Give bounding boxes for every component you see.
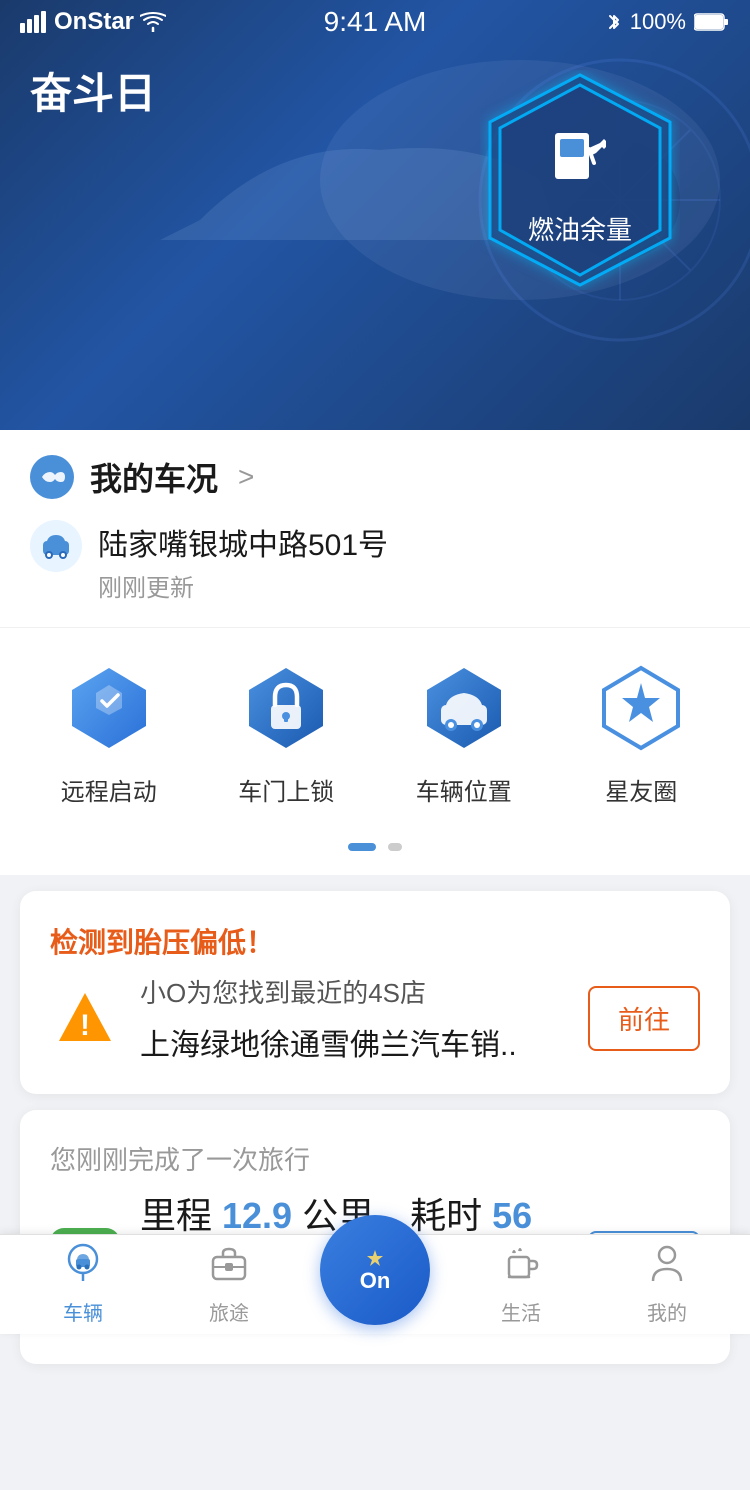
hero-section: OnStar 9:41 AM 100% (0, 0, 750, 430)
tab-life-label: 生活 (501, 1297, 541, 1326)
vehicle-tab-icon (63, 1243, 103, 1281)
status-time: 9:41 AM (324, 6, 427, 38)
quick-actions-section: 远程启动 车门上锁 (0, 628, 750, 827)
battery-info: 100% (606, 9, 730, 35)
trip-distance: 12.9 (222, 1195, 292, 1236)
remote-start-icon (64, 663, 154, 753)
location-row: 陆家嘴银城中路501号 刚刚更新 (30, 520, 720, 603)
tab-mine-icon (647, 1243, 687, 1291)
buick-logo (30, 455, 74, 499)
action-remote-start-label: 远程启动 (61, 772, 157, 807)
tab-center-wrap: On (302, 1245, 448, 1325)
battery-percent: 100% (630, 9, 686, 35)
tab-journey-icon (209, 1243, 249, 1291)
tab-vehicle[interactable]: 车辆 (10, 1243, 156, 1326)
location-icon-wrap (30, 520, 82, 572)
door-lock-icon (241, 663, 331, 753)
fuel-hexagon: 燃油余量 (480, 70, 680, 290)
action-star-circle[interactable]: 星友圈 (591, 658, 691, 807)
star-circle-icon (596, 663, 686, 753)
tab-life-icon (501, 1243, 541, 1291)
mine-tab-icon (647, 1243, 687, 1281)
alert-title: 检测到胎压偏低！ (50, 921, 700, 961)
app-title: 奋斗日 (30, 60, 156, 121)
action-vehicle-location[interactable]: 车辆位置 (414, 658, 514, 807)
signal-icon (20, 11, 48, 33)
chevron-right-icon: > (238, 461, 254, 493)
warning-triangle-icon: ! (55, 989, 115, 1049)
alert-subtitle: 小O为您找到最近的4S店 (140, 973, 552, 1010)
remote-start-icon-wrap (59, 658, 159, 758)
fuel-label: 燃油余量 (528, 210, 632, 247)
car-status-row[interactable]: 我的车况 > (30, 454, 720, 500)
page-dots (0, 827, 750, 875)
fuel-indicator[interactable]: 燃油余量 (470, 60, 690, 300)
tab-mine-label: 我的 (647, 1297, 687, 1326)
warning-icon-wrap: ! (50, 984, 120, 1054)
tab-vehicle-label: 车辆 (63, 1297, 103, 1326)
alert-body: ! 小O为您找到最近的4S店 上海绿地徐通雪佛兰汽车销.. 前往 (50, 973, 700, 1064)
alert-card: 检测到胎压偏低！ ! 小O为您找到最近的4S店 上海绿地徐通雪佛兰汽车销.. 前… (20, 891, 730, 1094)
alert-dealer: 上海绿地徐通雪佛兰汽车销.. (140, 1020, 552, 1064)
journey-tab-icon (209, 1243, 249, 1281)
goto-button[interactable]: 前往 (588, 986, 700, 1051)
action-star-circle-label: 星友圈 (605, 772, 677, 807)
tab-bar: 车辆 旅途 On (0, 1234, 750, 1334)
trip-duration: 56 (492, 1195, 532, 1236)
vehicle-location-icon-wrap (414, 658, 514, 758)
vehicle-location-icon (419, 663, 509, 753)
status-bar: OnStar 9:41 AM 100% (0, 0, 750, 44)
svg-text:!: ! (80, 1009, 90, 1042)
trip-duration-label: 耗时 (410, 1195, 482, 1236)
dot-2 (388, 843, 402, 851)
trip-title: 您刚刚完成了一次旅行 (50, 1140, 700, 1177)
tab-life[interactable]: 生活 (448, 1243, 594, 1326)
location-address: 陆家嘴银城中路501号 (98, 520, 388, 564)
dot-1 (348, 843, 376, 851)
life-tab-icon (501, 1243, 541, 1281)
carrier-info: OnStar (20, 8, 166, 36)
tab-journey-label: 旅途 (209, 1297, 249, 1326)
door-lock-icon-wrap (236, 658, 336, 758)
fuel-icon (540, 113, 620, 198)
tab-vehicle-icon (63, 1243, 103, 1291)
car-status-section[interactable]: 我的车况 > 陆家嘴银城中路501号 刚刚更新 (0, 430, 750, 628)
center-on-button[interactable]: On (320, 1215, 430, 1325)
battery-icon (694, 12, 730, 32)
tab-mine[interactable]: 我的 (594, 1243, 740, 1326)
action-door-lock-label: 车门上锁 (238, 772, 334, 807)
car-status-title: 我的车况 (90, 454, 218, 500)
bluetooth-icon (606, 10, 622, 34)
tab-journey[interactable]: 旅途 (156, 1243, 302, 1326)
alert-text-wrap: 小O为您找到最近的4S店 上海绿地徐通雪佛兰汽车销.. (140, 973, 552, 1064)
star-icon-center (365, 1248, 385, 1268)
action-door-lock[interactable]: 车门上锁 (236, 658, 336, 807)
buick-icon (37, 462, 67, 492)
carrier-name: OnStar (54, 8, 134, 36)
location-text-wrap: 陆家嘴银城中路501号 刚刚更新 (98, 520, 388, 603)
location-car-icon (39, 529, 73, 563)
star-circle-icon-wrap (591, 658, 691, 758)
actions-grid: 远程启动 车门上锁 (20, 658, 730, 807)
center-on-text: On (360, 1270, 391, 1292)
wifi-icon (140, 12, 166, 32)
action-remote-start[interactable]: 远程启动 (59, 658, 159, 807)
location-time: 刚刚更新 (98, 568, 388, 603)
action-vehicle-location-label: 车辆位置 (416, 772, 512, 807)
